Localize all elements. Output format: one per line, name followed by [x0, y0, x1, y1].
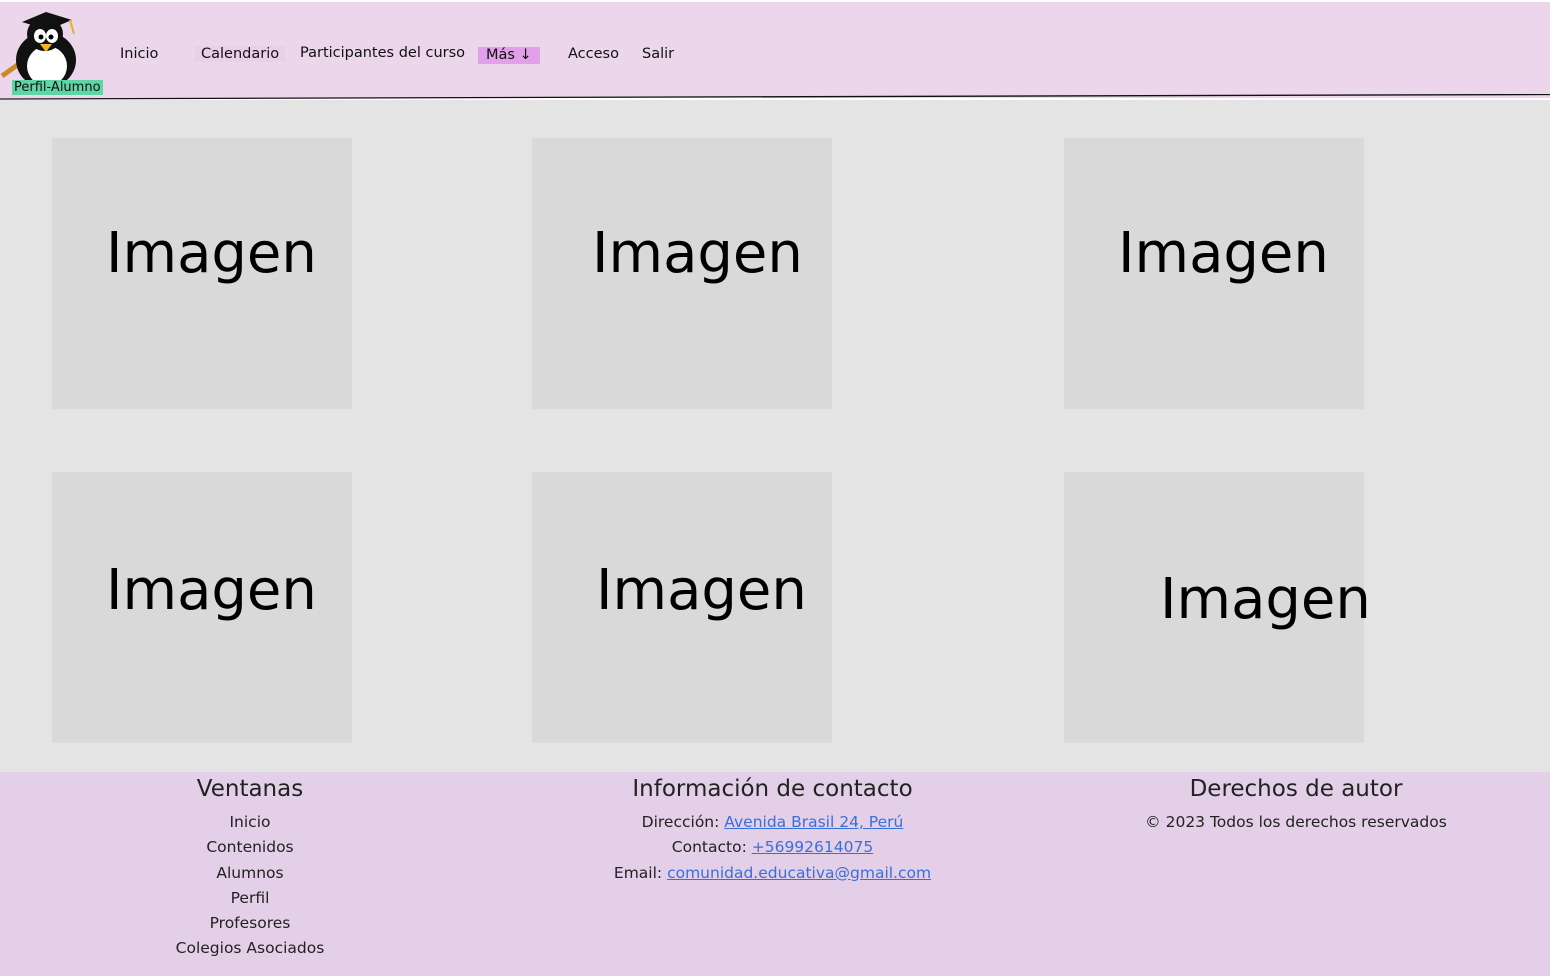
- footer-direccion: Dirección: Avenida Brasil 24, Perú: [560, 810, 985, 835]
- footer-link-perfil[interactable]: Perfil: [100, 886, 400, 911]
- image-placeholder[interactable]: Imagen: [532, 472, 832, 743]
- nav-participantes[interactable]: Participantes del curso: [300, 45, 465, 61]
- nav-inicio[interactable]: Inicio: [120, 46, 158, 62]
- footer-ventanas-title: Ventanas: [196, 776, 304, 802]
- footer-link-profesores[interactable]: Profesores: [100, 911, 400, 936]
- footer-telefono: Contacto: +56992614075: [560, 835, 985, 860]
- image-placeholder-label: Imagen: [1118, 221, 1329, 286]
- contacto-label: Contacto:: [671, 838, 747, 857]
- image-placeholder[interactable]: Imagen: [1064, 472, 1371, 743]
- image-gallery: Imagen Imagen Imagen Imagen Imagen Image…: [0, 100, 1550, 772]
- email-link[interactable]: comunidad.educativa@gmail.com: [667, 864, 931, 882]
- footer-derechos-title: Derechos de autor: [1189, 776, 1403, 802]
- footer-derechos: Derechos de autor © 2023 Todos los derec…: [1116, 772, 1476, 835]
- site-footer: Ventanas Inicio Contenidos Alumnos Perfi…: [0, 772, 1550, 976]
- image-placeholder[interactable]: Imagen: [1064, 138, 1364, 409]
- page: Perfil-Alumno Inicio Calendario Particip…: [0, 0, 1550, 980]
- footer-link-contenidos[interactable]: Contenidos: [100, 835, 400, 860]
- nav-salir[interactable]: Salir: [642, 46, 674, 62]
- image-placeholder-label: Imagen: [592, 221, 803, 286]
- email-label: Email:: [613, 863, 663, 882]
- footer-link-colegios[interactable]: Colegios Asociados: [100, 936, 400, 961]
- nav-mas-dropdown[interactable]: Más ↓: [478, 47, 540, 64]
- image-placeholder-label: Imagen: [1160, 567, 1371, 632]
- image-placeholder-label: Imagen: [106, 558, 317, 623]
- footer-ventanas: Ventanas Inicio Contenidos Alumnos Perfi…: [100, 772, 400, 962]
- image-placeholder-label: Imagen: [596, 558, 807, 623]
- copyright-text: © 2023 Todos los derechos reservados: [1145, 813, 1447, 831]
- image-placeholder[interactable]: Imagen: [52, 138, 352, 409]
- footer-link-alumnos[interactable]: Alumnos: [100, 861, 400, 886]
- footer-contacto-title: Información de contacto: [632, 776, 913, 802]
- nav-acceso[interactable]: Acceso: [568, 46, 619, 62]
- nav-calendario[interactable]: Calendario: [195, 46, 286, 62]
- footer-link-inicio[interactable]: Inicio: [100, 810, 400, 835]
- image-placeholder[interactable]: Imagen: [52, 472, 352, 743]
- direccion-link[interactable]: Avenida Brasil 24, Perú: [724, 813, 903, 831]
- direccion-label: Dirección:: [641, 813, 720, 831]
- site-header: Perfil-Alumno Inicio Calendario Particip…: [0, 2, 1550, 98]
- footer-email: Email: comunidad.educativa@gmail.com: [560, 861, 985, 886]
- profile-label: Perfil-Alumno: [12, 80, 103, 95]
- image-placeholder[interactable]: Imagen: [532, 138, 832, 409]
- image-placeholder-label: Imagen: [106, 221, 317, 286]
- footer-contacto: Información de contacto Dirección: Aveni…: [560, 772, 985, 886]
- phone-link[interactable]: +56992614075: [752, 838, 873, 856]
